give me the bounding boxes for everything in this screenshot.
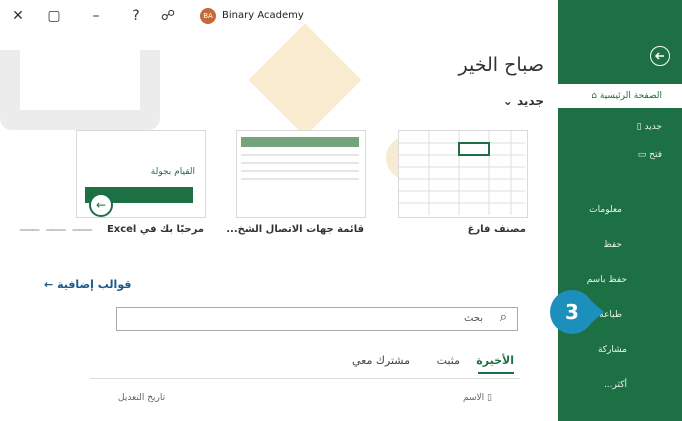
sidebar-item-new[interactable]: جديد ▯ — [637, 122, 662, 132]
arrow-left-icon: ← — [44, 278, 54, 291]
tab-pinned[interactable]: مثبت — [437, 354, 460, 367]
tour-label: القيام بجولة — [150, 167, 195, 177]
sidebar-item-info[interactable]: معلومات — [589, 205, 622, 215]
page-title: صباح الخير — [458, 54, 544, 76]
template-caption: قائمة جهات الاتصال الشخ... — [226, 224, 364, 235]
sidebar-item-save-as[interactable]: حفظ باسم — [587, 275, 627, 285]
watermark-shape — [0, 50, 160, 130]
restore-icon[interactable]: ▢ — [46, 8, 62, 24]
more-templates-link[interactable]: قوالب إضافية ← — [44, 278, 131, 291]
tab-shared[interactable]: مشترك معي — [352, 354, 410, 367]
callout-pointer — [590, 300, 604, 324]
search-input[interactable]: بحث ⌕ — [116, 307, 518, 331]
watermark-text-shape: ـــ ـــ ـــ — [20, 212, 92, 237]
template-welcome-tour[interactable]: القيام بجولة ← — [76, 130, 206, 218]
sidebar-item-save[interactable]: حفظ — [603, 240, 622, 250]
back-button[interactable] — [650, 46, 670, 66]
folder-open-icon: ▭ — [637, 150, 647, 160]
sidebar-item-open[interactable]: فتح ▭ — [638, 150, 662, 160]
close-icon[interactable]: ✕ — [10, 8, 26, 24]
template-blank-workbook[interactable] — [398, 130, 528, 218]
help-icon[interactable]: ? — [128, 8, 144, 24]
contact-list-preview — [241, 137, 359, 180]
search-icon: ⌕ — [499, 310, 507, 325]
blank-sheet-preview — [399, 131, 525, 215]
new-file-icon: ▯ — [636, 122, 642, 132]
avatar[interactable]: BA — [200, 8, 216, 24]
column-header-modified[interactable]: تاريخ التعديل — [118, 393, 165, 403]
arrow-left-icon — [654, 52, 664, 60]
chevron-down-icon: ⌄ — [502, 94, 513, 108]
account-name[interactable]: Binary Academy — [222, 10, 304, 21]
feedback-icon[interactable]: ☍ — [160, 8, 176, 24]
sidebar-item-share[interactable]: مشاركة — [598, 345, 627, 355]
tab-recent[interactable]: الأخيرة — [476, 354, 514, 367]
title-bar: ✕ ▢ – ? ☍ BA Binary Academy — [10, 0, 568, 36]
tab-underline — [478, 372, 514, 374]
new-section-toggle[interactable]: جديد ⌄ — [503, 94, 544, 108]
template-caption: مصنف فارغ — [467, 224, 526, 235]
file-icon: ▯ — [487, 393, 492, 403]
column-header-name[interactable]: الاسم ▯ — [463, 393, 492, 403]
minimize-icon[interactable]: – — [88, 8, 104, 24]
template-contact-list[interactable] — [236, 130, 366, 218]
arrow-left-icon: ← — [89, 193, 113, 217]
home-icon: ⌂ — [591, 91, 598, 101]
divider — [90, 378, 520, 379]
sidebar-item-more[interactable]: أكثر... — [604, 380, 627, 390]
sidebar-item-home[interactable]: الصفحة الرئيسية ⌂ — [591, 91, 662, 101]
template-caption: مرحبًا بك في Excel — [106, 224, 204, 235]
search-placeholder: بحث — [463, 313, 483, 324]
callout-badge: 3 — [550, 290, 594, 334]
